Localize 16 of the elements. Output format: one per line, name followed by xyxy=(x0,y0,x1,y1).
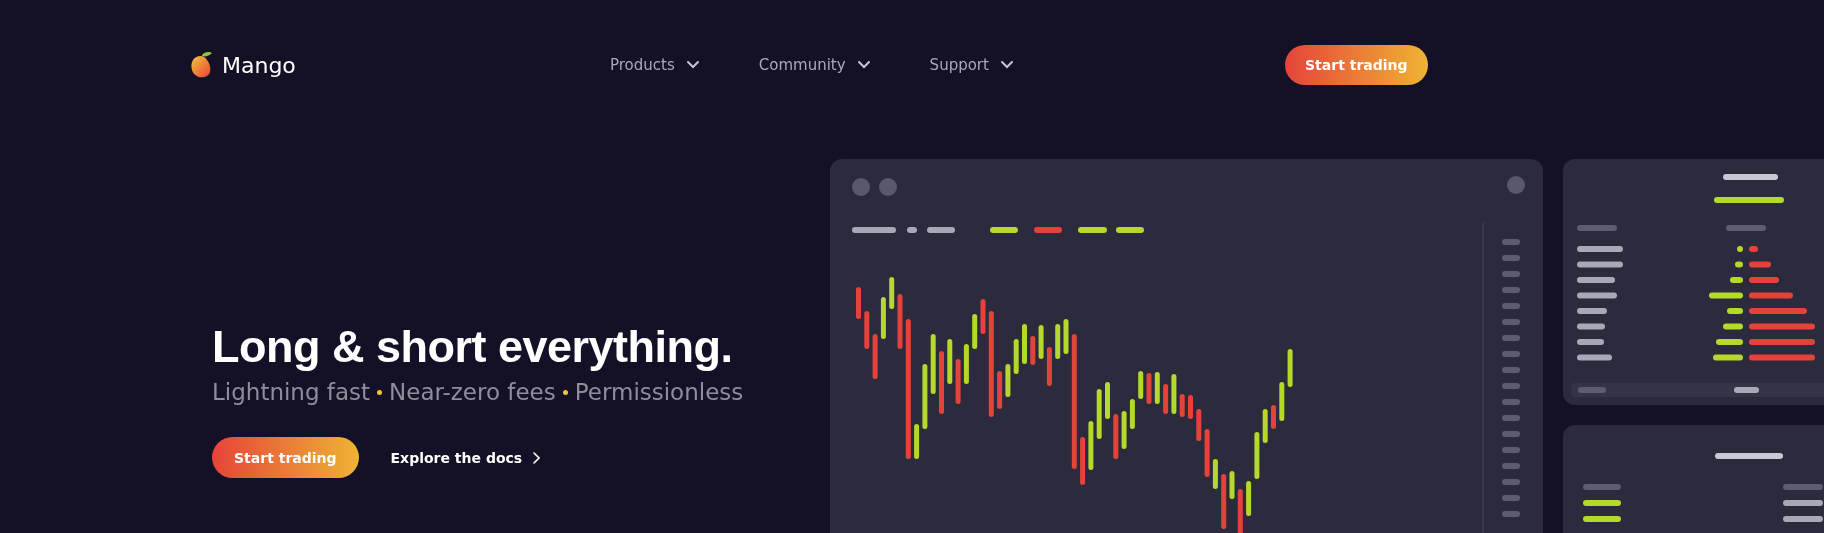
nav-menu-item[interactable]: Community xyxy=(758,56,870,74)
bullet-icon xyxy=(562,389,568,395)
bullet-icon xyxy=(377,389,383,395)
mango-logo-icon[interactable] xyxy=(190,51,214,79)
feature-text: Permissionless xyxy=(574,379,744,405)
chevron-down-icon xyxy=(686,61,699,69)
feature-text: Near-zero fees xyxy=(389,379,556,405)
hero-headline: Long & short everything. xyxy=(212,320,734,374)
chevron-down-icon xyxy=(857,61,870,69)
brand-name[interactable]: Mango xyxy=(222,52,296,78)
nav-menu-item[interactable]: Products xyxy=(610,56,699,74)
docs-link[interactable]: Explore the docs xyxy=(390,449,541,466)
feature-text: Lightning fast xyxy=(212,379,371,405)
nav-menu-item[interactable]: Support xyxy=(929,56,1013,74)
chevron-down-icon xyxy=(1000,61,1013,69)
chevron-right-icon xyxy=(532,451,541,464)
